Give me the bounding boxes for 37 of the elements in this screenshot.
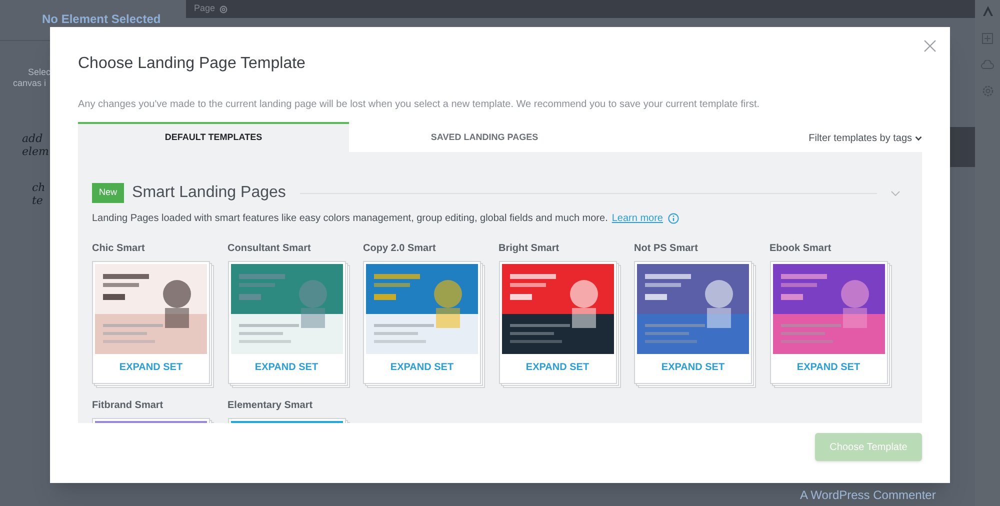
template-name: Copy 2.0 Smart	[363, 242, 437, 256]
expand-set-link[interactable]: EXPAND SET	[119, 360, 183, 375]
template-name: Ebook Smart	[770, 242, 832, 256]
template-card[interactable]: EXPAND SET	[498, 261, 620, 388]
page-label: Page	[194, 2, 216, 16]
template-name: Elementary Smart	[228, 399, 314, 413]
expand-set-link[interactable]: EXPAND SET	[526, 360, 590, 375]
template-name: Not PS Smart	[634, 242, 699, 256]
learn-more-link[interactable]: Learn more	[612, 211, 663, 226]
template-card[interactable]: EXPAND SET	[634, 261, 756, 388]
template-name: Consultant Smart	[228, 242, 312, 256]
panel-title: No Element Selected	[42, 11, 161, 28]
template-name: Chic Smart	[92, 242, 146, 256]
template-card[interactable]: EXPAND SET	[770, 261, 892, 388]
section-title: Smart Landing Pages	[132, 183, 286, 203]
tab[interactable]: DEFAULT TEMPLATES	[78, 122, 349, 152]
template-name: Bright Smart	[498, 242, 560, 256]
template-card[interactable]: EXPAND SET	[363, 261, 485, 388]
section-description: Landing Pages loaded with smart features like easy colors management, group editing, global fields and much more.	[92, 212, 608, 226]
template-card[interactable]: EXPAND SET	[92, 261, 214, 388]
expand-set-link[interactable]: EXPAND SET	[390, 360, 454, 375]
new-badge: New	[92, 183, 124, 203]
handwritten-text: ch	[32, 182, 46, 193]
template-name: Fitbrand Smart	[92, 399, 164, 413]
expand-set-link[interactable]: EXPAND SET	[254, 360, 318, 375]
expand-set-link[interactable]: EXPAND SET	[796, 360, 860, 375]
dialog-description: Any changes you've made to the current landing page will be lost when you select a new template. We recommend you to save your current template first.	[78, 98, 761, 112]
template-card[interactable]: EXPAND SET	[228, 261, 350, 388]
dialog-title: Choose Landing Page Template	[78, 54, 306, 74]
hint-text: canvas i	[13, 77, 46, 90]
handwritten-text: add	[22, 133, 43, 144]
hint-text: Selec	[28, 66, 51, 79]
comment-author[interactable]: A WordPress Commenter	[800, 486, 936, 504]
handwritten-text: elem	[22, 146, 49, 157]
filter-dropdown[interactable]: Filter templates by tags	[808, 122, 922, 152]
handwritten-text: te	[32, 195, 43, 206]
expand-set-link[interactable]: EXPAND SET	[661, 360, 725, 375]
